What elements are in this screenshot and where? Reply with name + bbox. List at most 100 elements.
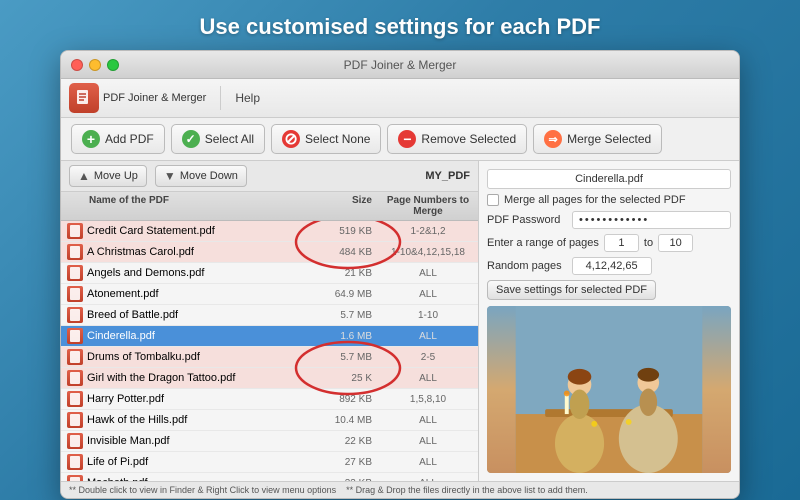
add-pdf-label: Add PDF [105,132,154,146]
file-size: 484 KB [318,247,378,258]
table-row[interactable]: Life of Pi.pdf 27 KB ALL [61,452,478,473]
random-row: Random pages 4,12,42,65 [487,257,731,275]
file-icon [67,433,83,449]
pdf-icon-inner [70,435,80,447]
preview-area [487,306,731,473]
save-btn-row: Save settings for selected PDF [487,280,731,300]
table-row[interactable]: Drums of Tombalku.pdf 5.7 MB 2-5 [61,347,478,368]
check-icon: ✓ [182,130,200,148]
file-name: A Christmas Carol.pdf [87,246,318,258]
pdf-icon-inner [70,330,80,342]
table-row[interactable]: Breed of Battle.pdf 5.7 MB 1-10 [61,305,478,326]
select-all-button[interactable]: ✓ Select All [171,124,265,154]
selected-filename: Cinderella.pdf [487,169,731,189]
file-size: 21 KB [318,268,378,279]
toolbar: + Add PDF ✓ Select All ⊘ Select None − R… [61,118,739,161]
maximize-button[interactable] [107,59,119,71]
range-label: Enter a range of pages [487,237,599,249]
minimize-button[interactable] [89,59,101,71]
file-size: 27 KB [318,457,378,468]
table-row[interactable]: Harry Potter.pdf 892 KB 1,5,8,10 [61,389,478,410]
file-icon [67,328,83,344]
table-row[interactable]: Hawk of the Hills.pdf 10.4 MB ALL [61,410,478,431]
table-row[interactable]: Girl with the Dragon Tattoo.pdf 25 K ALL [61,368,478,389]
file-icon [67,391,83,407]
file-name: Breed of Battle.pdf [87,309,318,321]
merge-selected-label: Merge Selected [567,132,651,146]
file-size: 25 K [318,373,378,384]
table-row[interactable]: Credit Card Statement.pdf 519 KB 1-2&1,2 [61,221,478,242]
file-icon [67,286,83,302]
file-size: 5.7 MB [318,352,378,363]
file-name: Angels and Demons.pdf [87,267,318,279]
help-menu-item[interactable]: Help [235,91,260,105]
table-row[interactable]: Invisible Man.pdf 22 KB ALL [61,431,478,452]
range-from-input[interactable]: 1 [604,234,639,252]
add-pdf-button[interactable]: + Add PDF [71,124,165,154]
file-name: Hawk of the Hills.pdf [87,414,318,426]
app-icon [69,83,99,113]
file-pages: ALL [378,457,478,468]
password-field[interactable]: •••••••••••• [572,211,731,229]
file-pages: 1-2&1,2 [378,226,478,237]
app-menu-label: PDF Joiner & Merger [103,92,206,104]
pdf-icon-inner [70,372,80,384]
pdf-icon-inner [70,351,80,363]
move-down-button[interactable]: ▼ Move Down [155,165,247,187]
pdf-icon-inner [70,309,80,321]
table-row[interactable]: Atonement.pdf 64.9 MB ALL [61,284,478,305]
file-pages: ALL [378,373,478,384]
merge-all-label: Merge all pages for the selected PDF [504,194,686,206]
file-icon [67,265,83,281]
range-to-input[interactable]: 10 [658,234,693,252]
file-pages: 2-5 [378,352,478,363]
file-icon [67,244,83,260]
file-icon [67,475,83,481]
close-button[interactable] [71,59,83,71]
file-pages: ALL [378,415,478,426]
table-row[interactable]: A Christmas Carol.pdf 484 KB 1-10&4,12,1… [61,242,478,263]
table-row[interactable]: Angels and Demons.pdf 21 KB ALL [61,263,478,284]
merge-icon: ⇒ [544,130,562,148]
file-pages: ALL [378,268,478,279]
app-menu-item[interactable]: PDF Joiner & Merger [69,83,206,113]
move-down-label: Move Down [180,170,238,182]
table-row[interactable]: Macbeth.pdf 33 KB ALL [61,473,478,481]
random-value[interactable]: 4,12,42,65 [572,257,652,275]
file-size: 1.6 MB [318,331,378,342]
statusbar: ** Double click to view in Finder & Righ… [61,481,739,498]
file-icon [67,412,83,428]
file-icon [67,223,83,239]
file-name: Invisible Man.pdf [87,435,318,447]
pdf-icon-inner [70,246,80,258]
file-pages: 1,5,8,10 [378,394,478,405]
pdf-icon-inner [70,225,80,237]
file-pages: ALL [378,436,478,447]
file-pages: ALL [378,331,478,342]
pdf-icon-inner [70,288,80,300]
move-up-button[interactable]: ▲ Move Up [69,165,147,187]
file-icon [67,307,83,323]
merge-selected-button[interactable]: ⇒ Merge Selected [533,124,662,154]
file-name: Girl with the Dragon Tattoo.pdf [87,372,318,384]
col-name-header: Name of the PDF [61,195,318,217]
save-settings-button[interactable]: Save settings for selected PDF [487,280,656,300]
statusbar-left: ** Double click to view in Finder & Righ… [69,485,336,495]
remove-selected-button[interactable]: − Remove Selected [387,124,527,154]
table-row[interactable]: Cinderella.pdf 1.6 MB ALL [61,326,478,347]
pdf-icon-inner [70,477,80,481]
file-pages: ALL [378,289,478,300]
preview-image [487,306,731,473]
select-none-button[interactable]: ⊘ Select None [271,124,381,154]
file-list[interactable]: Credit Card Statement.pdf 519 KB 1-2&1,2… [61,221,478,481]
app-window: PDF Joiner & Merger PDF Joiner & Merger … [60,50,740,499]
file-name: Harry Potter.pdf [87,393,318,405]
pdf-icon-inner [70,414,80,426]
titlebar-buttons [71,59,119,71]
file-name: Credit Card Statement.pdf [87,225,318,237]
file-name: Cinderella.pdf [87,330,318,342]
merge-all-checkbox[interactable] [487,194,499,206]
col-size-header: Size [318,195,378,217]
file-size: 892 KB [318,394,378,405]
file-icon [67,349,83,365]
